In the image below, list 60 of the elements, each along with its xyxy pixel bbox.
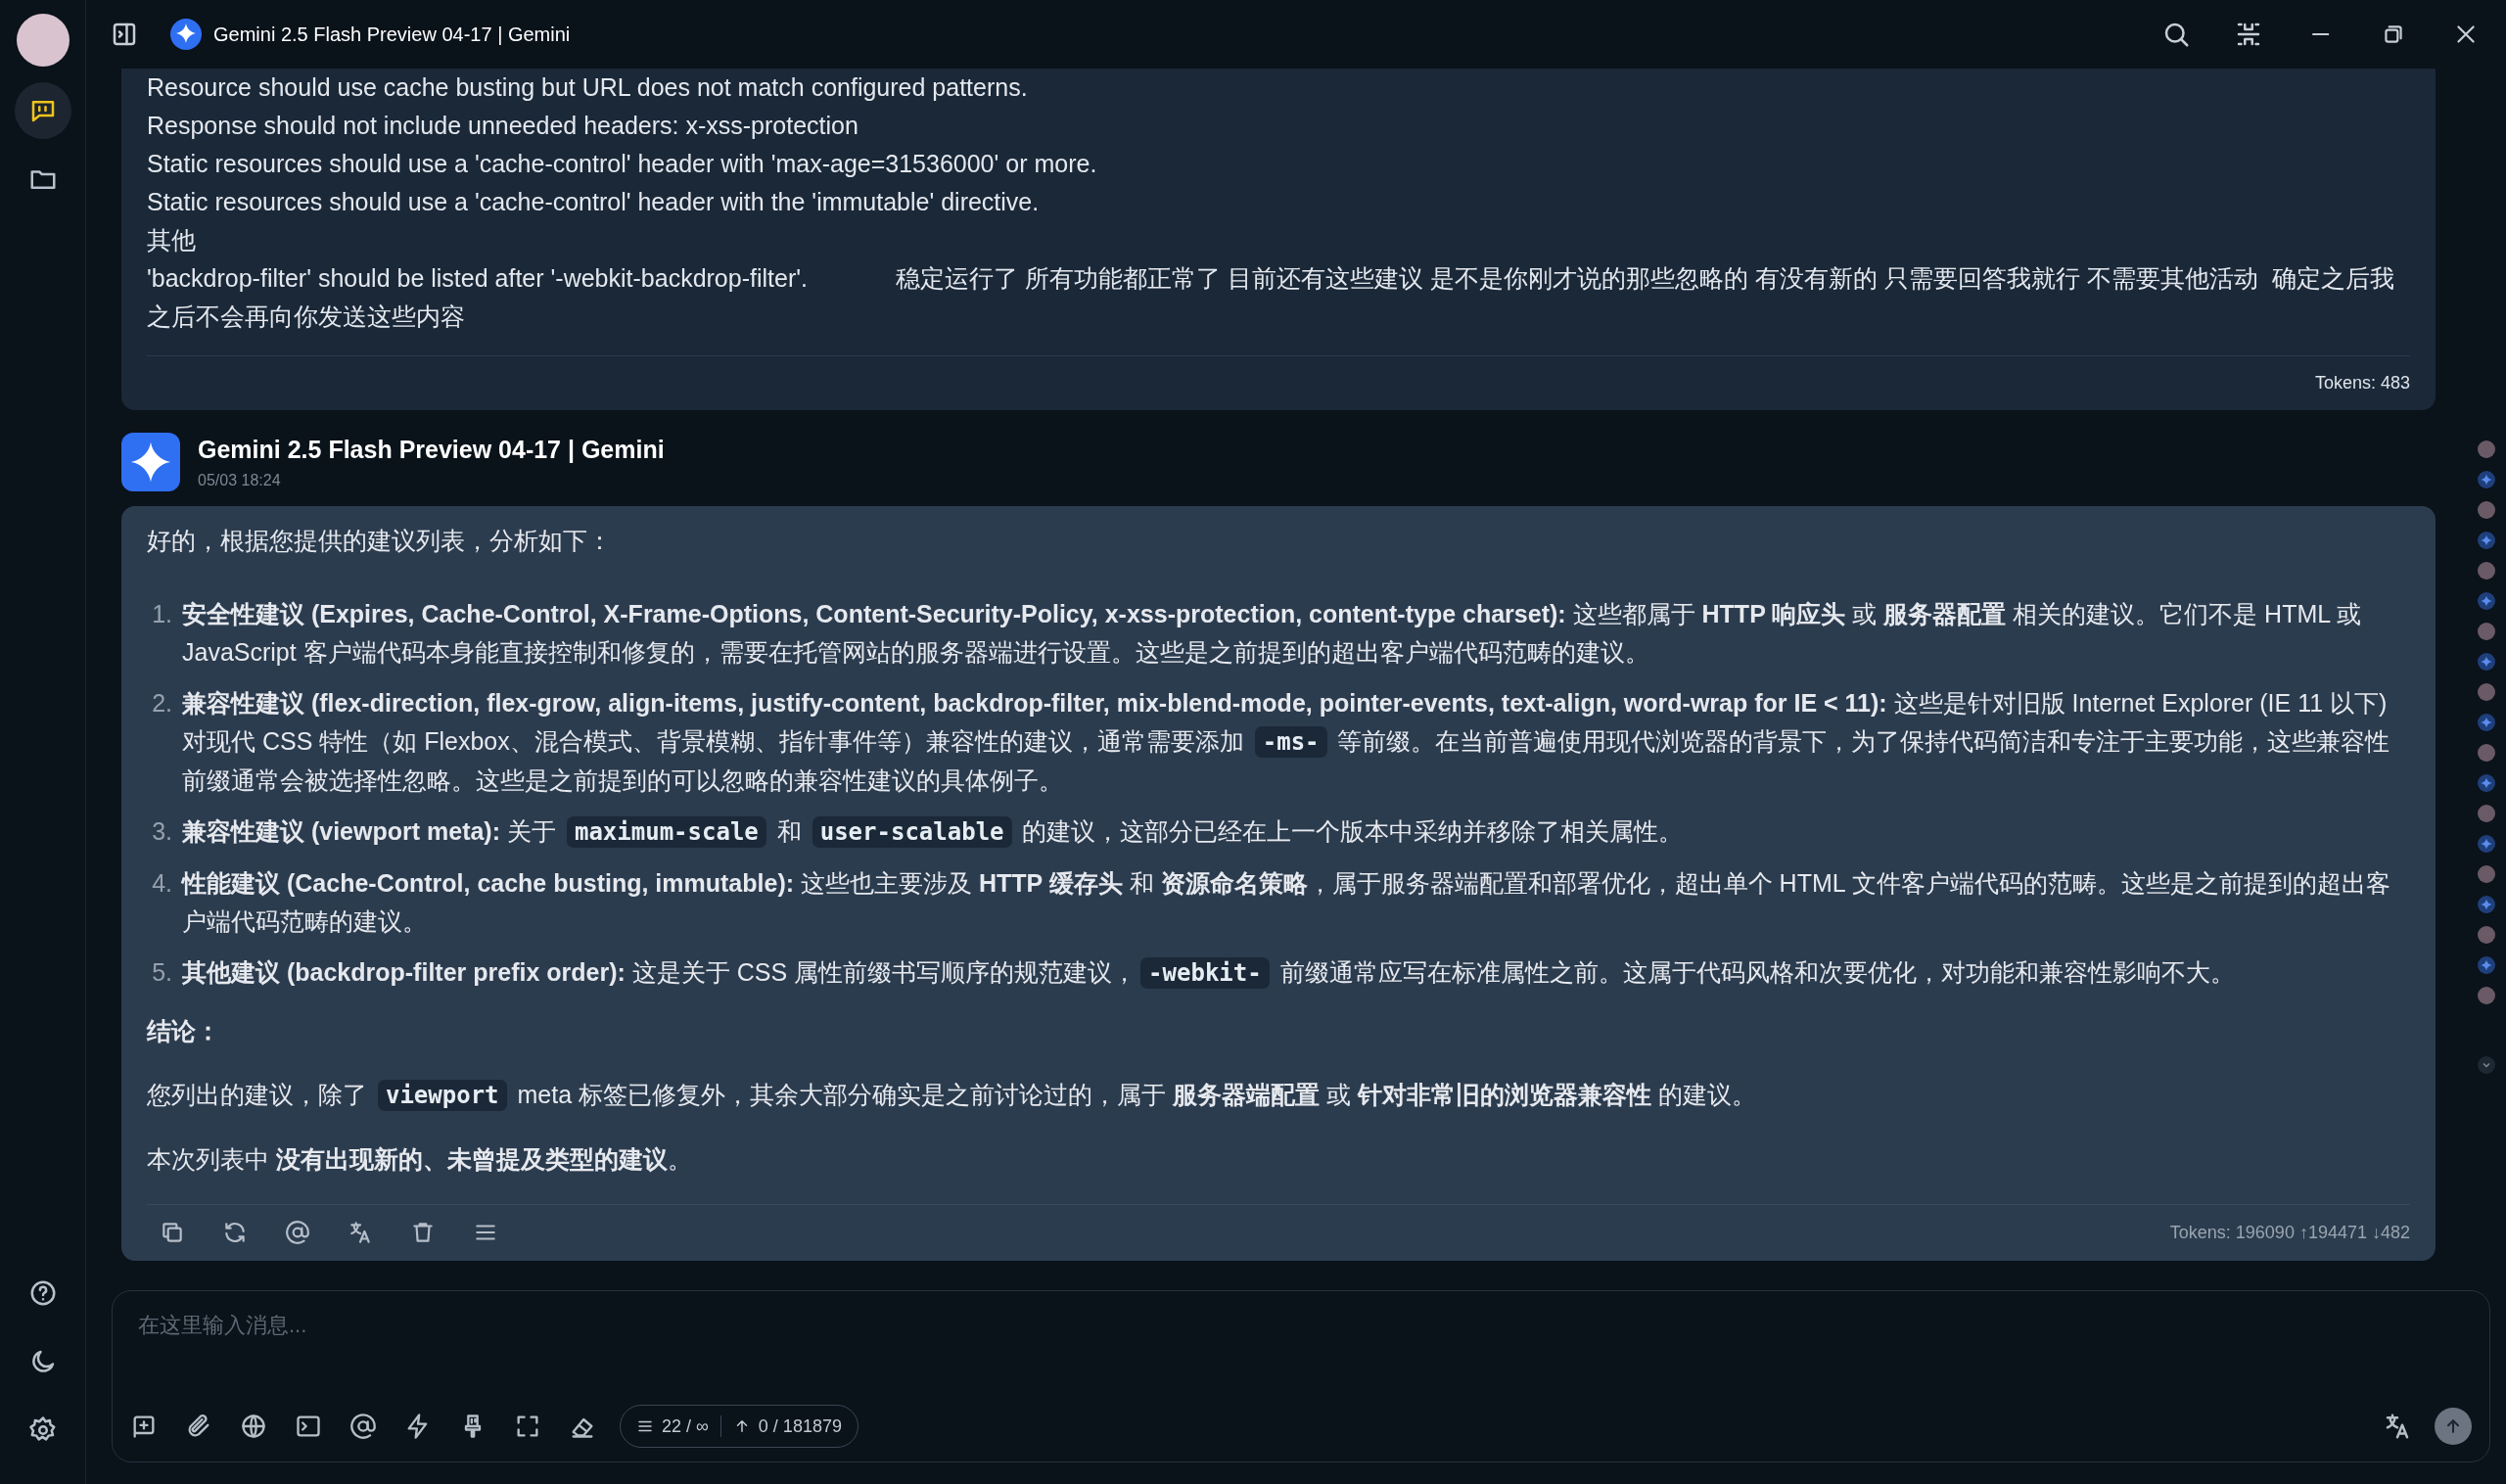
user-marker-icon[interactable]: [2478, 501, 2495, 519]
user-marker-icon[interactable]: [2478, 562, 2495, 580]
window-title: Gemini 2.5 Flash Preview 04-17 | Gemini: [213, 23, 571, 47]
user-avatar[interactable]: [16, 14, 70, 67]
assistant-marker-icon[interactable]: [2478, 774, 2495, 792]
assistant-marker-icon[interactable]: [2478, 714, 2495, 731]
at-sign-icon: [285, 1220, 310, 1245]
globe-icon: [240, 1413, 267, 1440]
assistant-marker-icon[interactable]: [2478, 592, 2495, 610]
token-usage: 0 / 181879: [758, 1414, 842, 1438]
assistant-marker-icon[interactable]: [2478, 835, 2495, 853]
refresh-icon: [222, 1220, 248, 1245]
list-number: 4.: [151, 867, 172, 899]
list-item-text: 性能建议 (Cache-Control, cache busting, immutable): 这些也主要涉及 HTTP 缓存头 和 资源命名策略，属于服务器端配置和部署优化，超出单个 HTML 文件客户端代码的范畴。这些是之前提到的超出客户端代码范畴的建议。: [182, 867, 2391, 937]
message-line: Response should not include unneeded headers: x-xss-protection: [147, 111, 859, 141]
user-marker-icon[interactable]: [2478, 744, 2495, 762]
token-count: Tokens: 196090 ↑194471 ↓482: [2169, 1221, 2410, 1244]
copy-icon: [160, 1220, 185, 1245]
user-marker-icon[interactable]: [2478, 623, 2495, 640]
message-line: Static resources should use a 'cache-control' header with the 'immutable' directive.: [147, 187, 1041, 217]
user-marker-icon[interactable]: [2478, 926, 2495, 944]
user-marker-icon[interactable]: [2478, 441, 2495, 458]
paragraph: 本次列表中 没有出现新的、未曾提及类型的建议。: [147, 1143, 693, 1175]
message-time: 05/03 18:24: [198, 470, 282, 490]
assistant-marker-icon[interactable]: [2478, 471, 2495, 488]
list-number: 1.: [151, 598, 172, 629]
assistant-marker-icon[interactable]: [2478, 532, 2495, 549]
list-item-text: 兼容性建议 (flex-direction, flex-grow, align-items, justify-content, backdrop-filter, mix-blend-mode, pointer-events, text-align, word-wrap for IE < 11): 这些是针对旧版 Internet Explorer (IE 11 以下) 对现代 CSS 特性（如 Flexbox、混合模式、背景模糊、指针事件等）兼容性的建议，通常需要添加 -ms- 等前缀。在当前普遍使用现代浏览器的背景下，为了保持代码简洁和专注于主要功能，这些兼容性前缀通常会被选择性忽略。这些是之前提到的可以忽略的兼容性建议的具体例子。: [182, 687, 2391, 796]
list-number: 3.: [151, 815, 172, 847]
assistant-marker-icon[interactable]: [2478, 956, 2495, 974]
sender-name: Gemini 2.5 Flash Preview 04-17 | Gemini: [198, 435, 665, 465]
scroll-down-icon[interactable]: [2478, 1056, 2495, 1074]
message-line: Resource should use cache busting but URL does not match configured patterns.: [147, 72, 1029, 103]
message-line: Static resources should use a 'cache-control' header with 'max-age=31536000' or more.: [147, 149, 1098, 179]
list-item-text: 安全性建议 (Expires, Cache-Control, X-Frame-Options, Content-Security-Policy, x-xss-protection, content-type charset): 这些都属于 HTTP 响应头 或 服务器配置 相关的建议。它们不是 HTML 或 JavaScript 客户端代码本身能直接控制和修复的，需要在托管网站的服务器端进行设置。这些是之前提到的超出客户端代码范畴的建议。: [182, 598, 2363, 668]
context-count: 22 / ∞: [662, 1414, 709, 1438]
star-logo-icon: [170, 19, 202, 50]
list-item-text: 兼容性建议 (viewport meta): 关于 maximum-scale 和 user-scalable 的建议，这部分已经在上一个版本中采纳并移除了相关属性。: [182, 814, 1684, 850]
message-line: 'backdrop-filter' should be listed after '-webkit-backdrop-filter'. 稳定运行了 所有功能都正常了 目前还有这些建议 是不是你刚才说的那些忽略的 有没有新的 只需要回答我就行 不需要其他活动 确定之后我之后不会再向你发送这些内容: [147, 263, 2395, 332]
trash-icon: [410, 1220, 436, 1245]
list-number: 5.: [151, 956, 172, 988]
assistant-avatar: [121, 432, 180, 491]
section-heading: 结论：: [147, 1015, 221, 1046]
send-button[interactable]: [2435, 1408, 2472, 1445]
list-number: 2.: [151, 687, 172, 719]
paragraph: 您列出的建议，除了 viewport meta 标签已修复外，其余大部分确实是之前讨论过的，属于 服务器端配置 或 针对非常旧的浏览器兼容性 的建议。: [147, 1078, 1757, 1113]
user-marker-icon[interactable]: [2478, 987, 2495, 1004]
at-sign-icon: [349, 1413, 377, 1440]
user-marker-icon[interactable]: [2478, 805, 2495, 822]
paragraph: 好的，根据您提供的建议列表，分析如下：: [147, 525, 613, 556]
message-line: 其他: [147, 225, 197, 255]
user-marker-icon[interactable]: [2478, 683, 2495, 701]
list-item-text: 其他建议 (backdrop-filter prefix order): 这是关于 CSS 属性前缀书写顺序的规范建议， -webkit- 前缀通常应写在标准属性之前。这属于代码风格和次要优化，对功能和兼容性影响不大。: [182, 955, 2235, 991]
user-marker-icon[interactable]: [2478, 865, 2495, 883]
translate-icon: [348, 1220, 373, 1245]
minimize-icon: [2312, 32, 2330, 36]
assistant-marker-icon[interactable]: [2478, 896, 2495, 913]
token-count: Tokens: 483: [2314, 372, 2410, 394]
assistant-marker-icon[interactable]: [2478, 653, 2495, 671]
message-input[interactable]: 在这里输入消息...: [126, 1305, 2472, 1345]
